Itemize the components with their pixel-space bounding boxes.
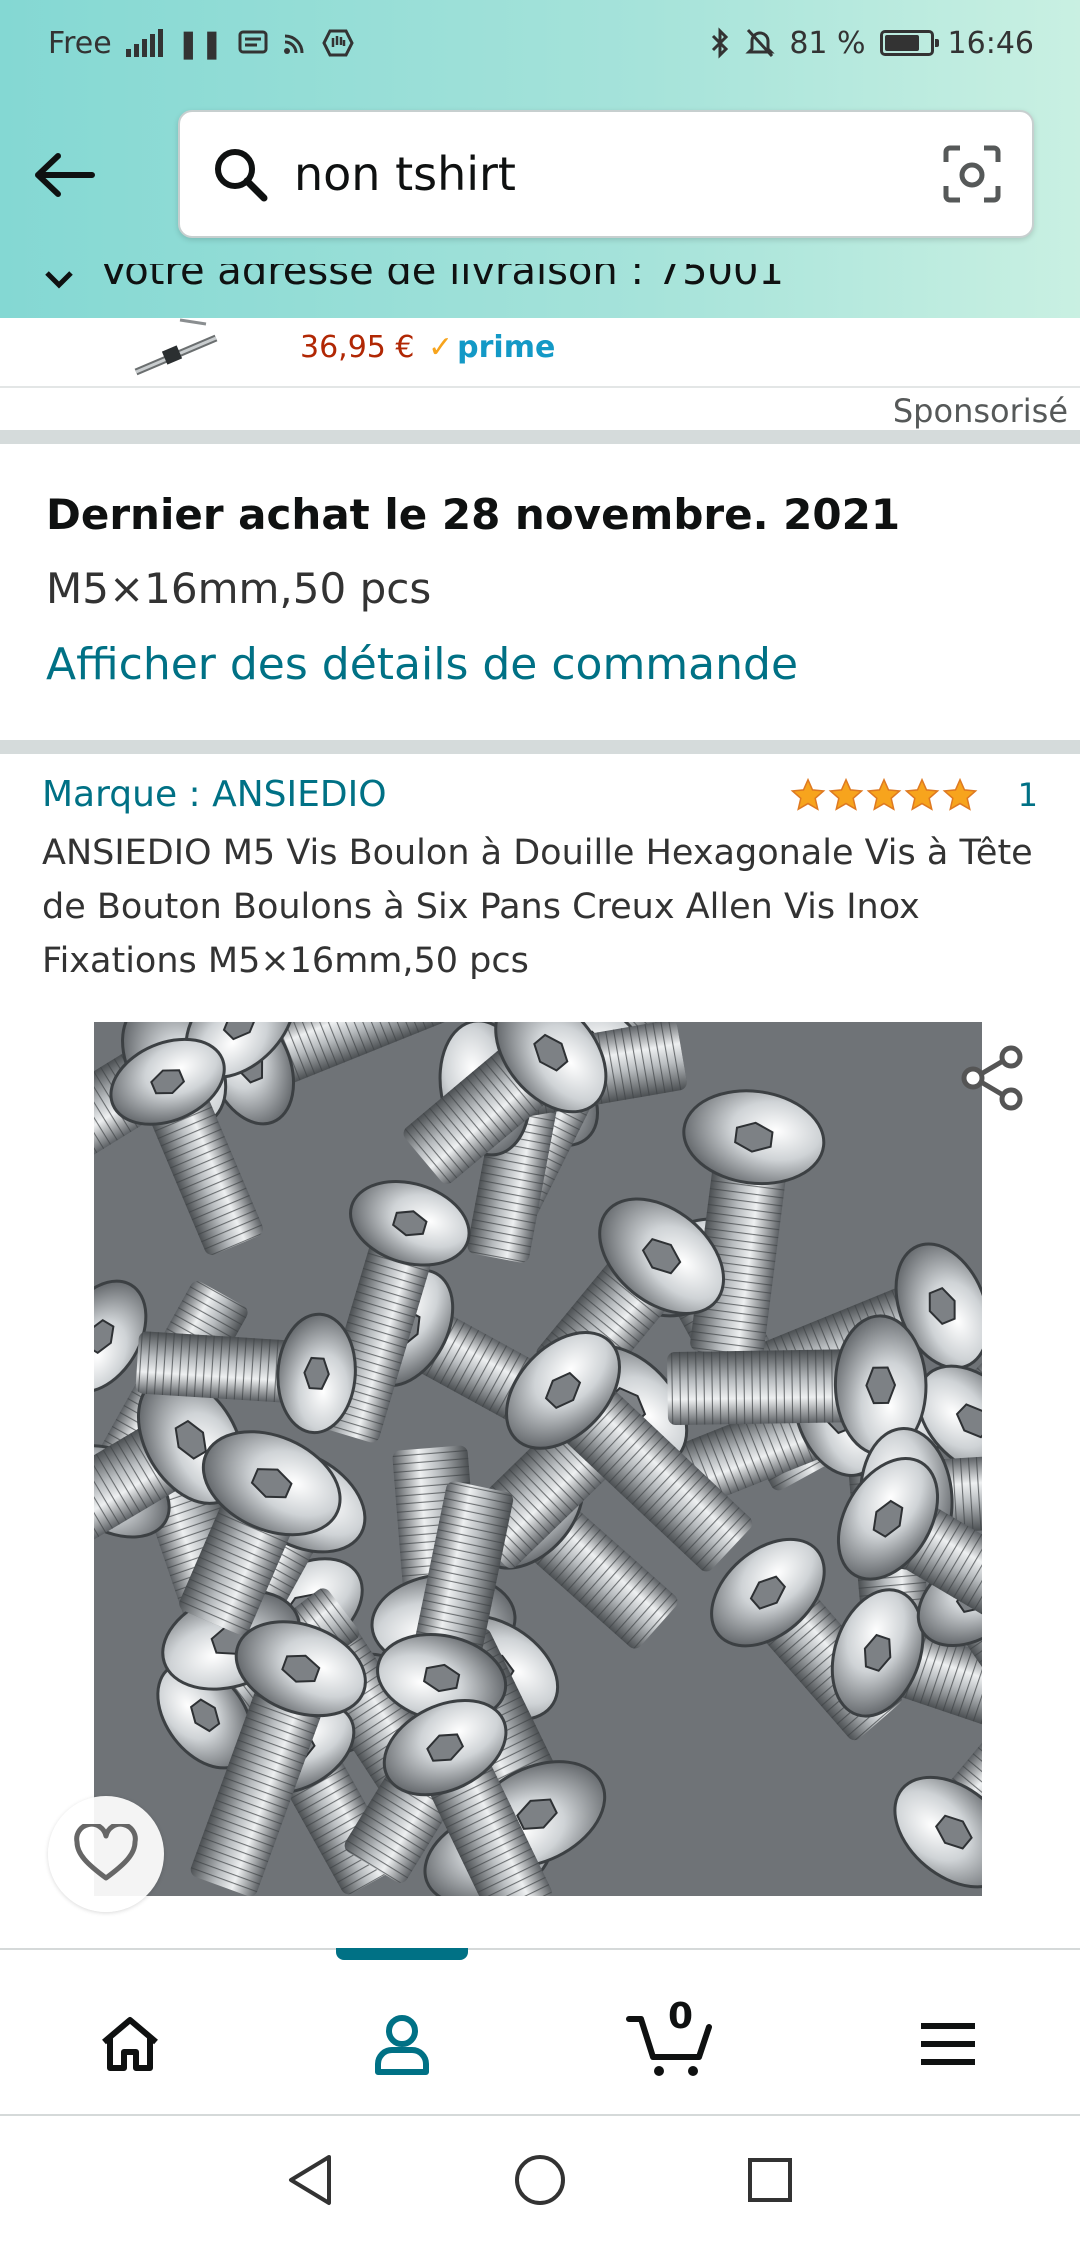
share-button[interactable] (936, 1022, 1048, 1134)
sponsored-product[interactable]: 36,95 € ✓ prime (0, 318, 1080, 388)
last-purchase-card: Dernier achat le 28 novembre. 2021 M5×16… (0, 444, 1080, 740)
star-icon (942, 777, 978, 811)
nav-cart[interactable]: 0 (620, 1994, 720, 2094)
star-icon (790, 777, 826, 811)
status-left: Free ❚❚ (48, 26, 354, 61)
battery-percent: 81 % (789, 25, 866, 61)
mute-icon (745, 28, 775, 58)
purchase-variant: M5×16mm,50 pcs (46, 564, 432, 614)
order-details-link[interactable]: Afficher des détails de commande (46, 639, 798, 692)
product-title[interactable]: ANSIEDIO M5 Vis Boulon à Douille Hexagon… (42, 826, 1042, 988)
system-back-button[interactable] (280, 2150, 340, 2210)
home-icon (102, 2017, 158, 2071)
nav-menu[interactable] (898, 1994, 998, 2094)
section-divider (0, 430, 1080, 444)
message-icon (238, 30, 268, 54)
screen: Free ❚❚ 81 % 16:46 non tshirt Votre adre… (0, 0, 1080, 2244)
star-icon (828, 777, 864, 811)
user-icon (375, 2015, 429, 2075)
camera-scan-icon (943, 145, 1001, 203)
search-icon (208, 142, 272, 206)
rating[interactable]: 1 (790, 776, 1038, 814)
bluetooth-icon (712, 27, 729, 59)
section-divider (0, 740, 1080, 754)
star-icon (866, 777, 902, 811)
system-recents-button[interactable] (740, 2150, 800, 2210)
delivery-address-bar[interactable]: Votre adresse de livraison : 75001 (0, 264, 1080, 318)
circle-home-icon (515, 2155, 565, 2205)
heart-icon (74, 1824, 138, 1881)
active-tab-indicator (336, 1948, 468, 1960)
battery-level (884, 35, 920, 51)
camera-scan-button[interactable] (936, 138, 1008, 210)
product-photo (94, 1022, 982, 1896)
hand-icon (321, 29, 354, 57)
status-right: 81 % 16:46 (709, 26, 1034, 61)
nav-account[interactable] (352, 1994, 452, 2094)
prime-check-icon: ✓ (428, 330, 454, 365)
back-button[interactable] (30, 140, 100, 210)
pause-icon: ❚❚ (176, 26, 224, 60)
last-purchase-title: Dernier achat le 28 novembre. 2021 (46, 490, 901, 539)
hamburger-menu-icon (921, 2023, 975, 2065)
search-bar[interactable] (178, 110, 1034, 238)
square-recents-icon (748, 2158, 792, 2202)
carrier-label: Free (48, 25, 112, 61)
share-icon (961, 1045, 1023, 1111)
status-bar: Free ❚❚ 81 % 16:46 (0, 0, 1080, 86)
product-card[interactable]: Marque : ANSIEDIO 1 ANSIEDIO M5 Vis Boul… (0, 754, 1080, 1940)
sponsored-label: Sponsorisé (892, 392, 1068, 430)
cart-count: 0 (668, 1996, 694, 2037)
sponsored-price: 36,95 € (300, 330, 415, 365)
signal-icon (125, 29, 163, 57)
triangle-back-icon (289, 2155, 331, 2205)
cast-icon (283, 34, 304, 54)
prime-badge: ✓ prime (428, 330, 555, 365)
system-home-button[interactable] (510, 2150, 570, 2210)
add-to-wishlist-button[interactable] (48, 1796, 164, 1912)
brand-link[interactable]: Marque : ANSIEDIO (42, 774, 387, 815)
star-icon (904, 777, 940, 811)
nav-home[interactable] (80, 1994, 180, 2094)
back-arrow-icon (35, 153, 95, 197)
bottom-navigation: 0 (0, 1948, 1080, 2116)
sponsored-product-thumbnail (134, 318, 218, 376)
rating-count[interactable]: 1 (1018, 776, 1038, 814)
delivery-address-text: Votre adresse de livraison : 75001 (100, 264, 784, 294)
product-image[interactable] (94, 1022, 982, 1896)
chevron-down-icon (45, 271, 73, 289)
battery-icon (879, 30, 939, 56)
system-navigation-bar (0, 2116, 1080, 2244)
star-rating (790, 777, 978, 813)
search-input[interactable] (294, 147, 936, 201)
prime-label: prime (457, 330, 556, 365)
clock: 16:46 (947, 25, 1034, 61)
